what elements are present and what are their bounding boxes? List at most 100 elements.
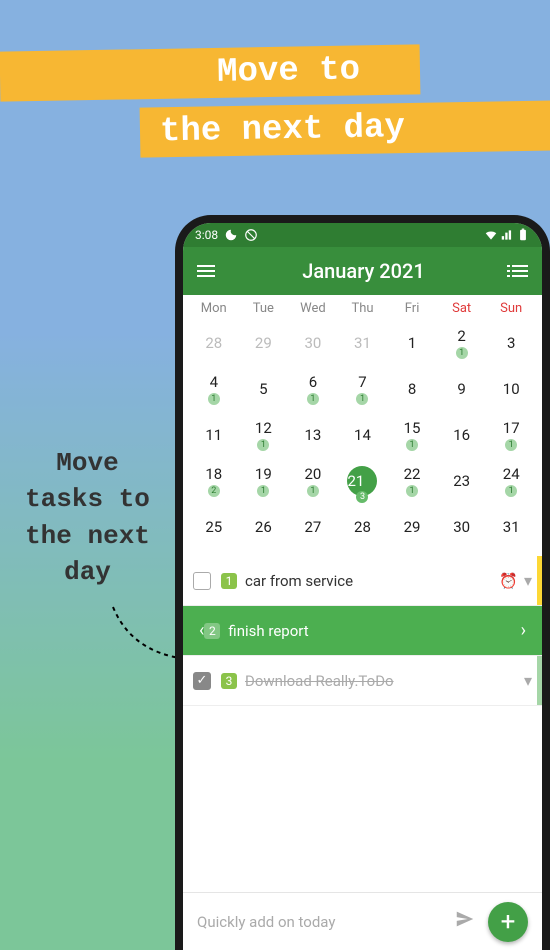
task-count-badge: 1 [406, 439, 418, 451]
day-number: 28 [205, 334, 222, 352]
day-number: 25 [205, 518, 222, 536]
dow-label: Sun [486, 301, 536, 316]
calendar-day[interactable]: 26 [239, 504, 289, 550]
day-number: 27 [304, 518, 321, 536]
app-bar: January 2021 [183, 247, 542, 295]
calendar-day[interactable]: 241 [486, 458, 536, 504]
battery-icon [516, 228, 530, 242]
calendar-day[interactable]: 9 [437, 366, 487, 412]
list-view-button[interactable] [512, 265, 528, 277]
menu-button[interactable] [197, 265, 215, 277]
calendar-day[interactable]: 191 [239, 458, 289, 504]
day-number: 12 [255, 419, 272, 437]
calendar-day[interactable]: 151 [387, 412, 437, 458]
wifi-icon [484, 228, 498, 242]
calendar-day[interactable]: 41 [189, 366, 239, 412]
calendar-day[interactable]: 182 [189, 458, 239, 504]
checkbox[interactable] [193, 572, 211, 590]
task-text: finish report [228, 622, 520, 640]
day-number: 18 [205, 465, 222, 483]
task-text: car from service [245, 572, 499, 590]
calendar-day[interactable]: 29 [387, 504, 437, 550]
day-number: 11 [205, 426, 222, 444]
day-number: 16 [453, 426, 470, 444]
calendar-day[interactable]: 21 [437, 320, 487, 366]
calendar-day[interactable]: 1 [387, 320, 437, 366]
day-number: 4 [210, 373, 218, 391]
day-number: 29 [404, 518, 421, 536]
dow-label: Wed [288, 301, 338, 316]
calendar: MonTueWedThuFriSatSun 282930311213415617… [183, 295, 542, 550]
calendar-day[interactable]: 25 [189, 504, 239, 550]
status-time: 3:08 [195, 228, 218, 242]
calendar-day[interactable]: 23 [437, 458, 487, 504]
checkbox-checked[interactable]: ✓ [193, 672, 211, 690]
task-index: 3 [221, 673, 237, 689]
day-number: 15 [404, 419, 421, 437]
dow-label: Fri [387, 301, 437, 316]
day-number: 13 [304, 426, 321, 444]
day-number: 30 [304, 334, 321, 352]
day-number: 6 [309, 373, 317, 391]
calendar-day[interactable]: 28 [338, 504, 388, 550]
calendar-day[interactable]: 27 [288, 504, 338, 550]
day-number: 3 [507, 334, 515, 352]
calendar-day[interactable]: 213 [338, 458, 388, 504]
signal-icon [500, 228, 514, 242]
chevron-right-icon[interactable]: › [521, 620, 526, 641]
calendar-day[interactable]: 29 [239, 320, 289, 366]
calendar-day[interactable]: 11 [189, 412, 239, 458]
calendar-day[interactable]: 121 [239, 412, 289, 458]
day-number: 10 [503, 380, 520, 398]
calendar-day[interactable]: 31 [338, 320, 388, 366]
task-count-badge: 1 [505, 485, 517, 497]
send-button[interactable] [454, 908, 476, 936]
calendar-day[interactable]: 71 [338, 366, 388, 412]
day-of-week-header: MonTueWedThuFriSatSun [189, 301, 536, 316]
calendar-day[interactable]: 28 [189, 320, 239, 366]
calendar-day[interactable]: 8 [387, 366, 437, 412]
day-number: 26 [255, 518, 272, 536]
calendar-day[interactable]: 30 [437, 504, 487, 550]
calendar-day[interactable]: 201 [288, 458, 338, 504]
day-number: 19 [255, 465, 272, 483]
calendar-day[interactable]: 31 [486, 504, 536, 550]
calendar-day[interactable]: 30 [288, 320, 338, 366]
task-count-badge: 1 [505, 439, 517, 451]
task-row[interactable]: ✓ 3 Download Really.ToDo ▾ [183, 656, 542, 706]
calendar-day[interactable]: 10 [486, 366, 536, 412]
promo-banner-2: the next day [140, 100, 550, 157]
task-count-badge: 1 [208, 393, 220, 405]
calendar-day[interactable]: 221 [387, 458, 437, 504]
calendar-day[interactable]: 13 [288, 412, 338, 458]
task-handle [537, 656, 542, 705]
day-number: 23 [453, 472, 470, 490]
task-count-badge: 2 [208, 485, 220, 497]
dow-label: Thu [338, 301, 388, 316]
task-count-badge: 1 [257, 439, 269, 451]
day-number: 22 [404, 465, 421, 483]
quick-add-input[interactable]: Quickly add on today [197, 913, 454, 931]
calendar-grid: 2829303112134156171891011121131415116171… [189, 320, 536, 550]
calendar-day[interactable]: 5 [239, 366, 289, 412]
task-row[interactable]: 1car from service⏰▾ [183, 556, 542, 606]
chevron-down-icon[interactable]: ▾ [524, 671, 532, 690]
day-number: 29 [255, 334, 272, 352]
day-number: 30 [453, 518, 470, 536]
add-task-fab[interactable]: + [488, 902, 528, 942]
day-number: 31 [354, 334, 371, 352]
calendar-day[interactable]: 16 [437, 412, 487, 458]
calendar-day[interactable]: 61 [288, 366, 338, 412]
day-number: 17 [503, 419, 520, 437]
task-row-swiped[interactable]: ‹2finish report› [183, 606, 542, 656]
task-text: Download Really.ToDo [245, 672, 518, 690]
send-icon [454, 908, 476, 930]
task-count-badge: 1 [456, 347, 468, 359]
day-number: 31 [503, 518, 520, 536]
calendar-day[interactable]: 171 [486, 412, 536, 458]
calendar-day[interactable]: 14 [338, 412, 388, 458]
calendar-day[interactable]: 3 [486, 320, 536, 366]
task-list: 1car from service⏰▾‹2finish report› ✓ 3 Dow… [183, 556, 542, 706]
chevron-down-icon[interactable]: ▾ [524, 571, 532, 590]
appbar-title[interactable]: January 2021 [215, 259, 512, 283]
